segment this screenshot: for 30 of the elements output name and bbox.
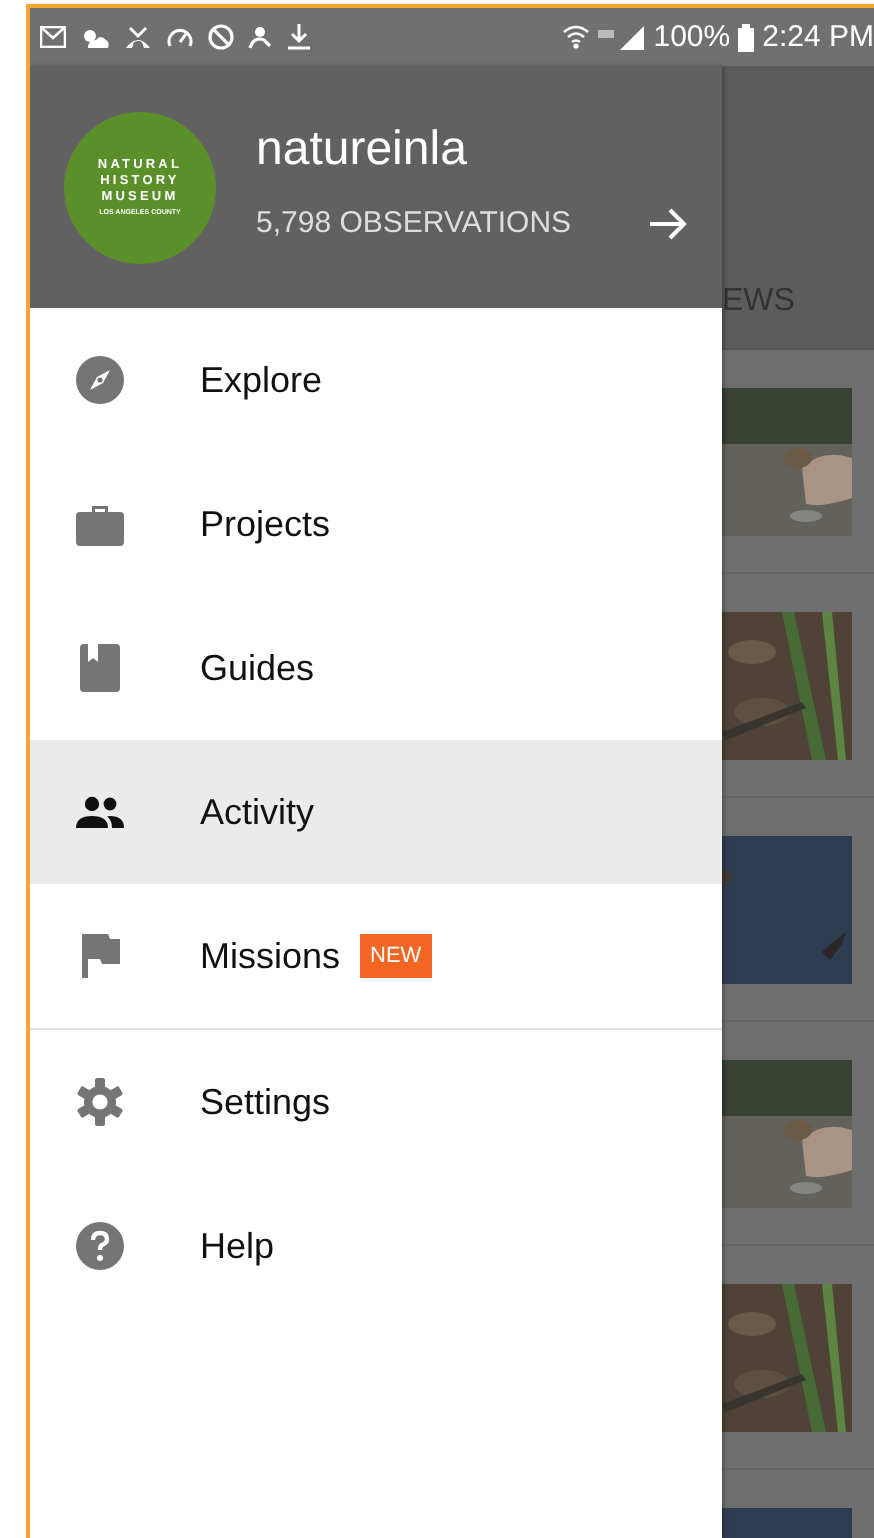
battery-percent: 100% <box>653 20 731 54</box>
help-icon <box>76 1222 124 1270</box>
menu-item[interactable]: Settings <box>30 1030 722 1174</box>
gauge-icon <box>166 25 194 49</box>
flag-icon <box>81 934 119 978</box>
people-icon <box>76 796 124 828</box>
menu-item[interactable]: Help <box>30 1174 722 1318</box>
wifi-icon <box>561 24 590 50</box>
username: natureinla <box>256 121 469 177</box>
battery-icon <box>738 23 755 51</box>
compass-icon <box>76 356 124 404</box>
new-badge: NEW <box>360 934 432 978</box>
menu-item[interactable]: Projects <box>30 452 722 596</box>
mail-icon <box>40 26 66 48</box>
cloud-sun-icon <box>80 25 110 49</box>
book-icon <box>80 644 120 692</box>
arrow-right-icon[interactable] <box>647 205 688 241</box>
menu-item[interactable]: Explore <box>30 308 722 452</box>
settings-icon <box>76 1078 124 1126</box>
briefcase-icon <box>76 502 124 546</box>
person-icon <box>248 25 274 49</box>
signal-icon <box>597 25 646 49</box>
observation-count: 5,798 OBSERVATIONS <box>256 206 572 240</box>
menu-item[interactable]: Guides <box>30 596 722 740</box>
menu-item[interactable]: Missions NEW <box>30 884 722 1028</box>
download-icon <box>288 24 310 50</box>
block-icon <box>208 24 234 50</box>
menu-item[interactable]: Activity <box>30 740 722 884</box>
phone-icon <box>124 25 152 49</box>
status-time: 2:24 PM <box>762 20 874 54</box>
